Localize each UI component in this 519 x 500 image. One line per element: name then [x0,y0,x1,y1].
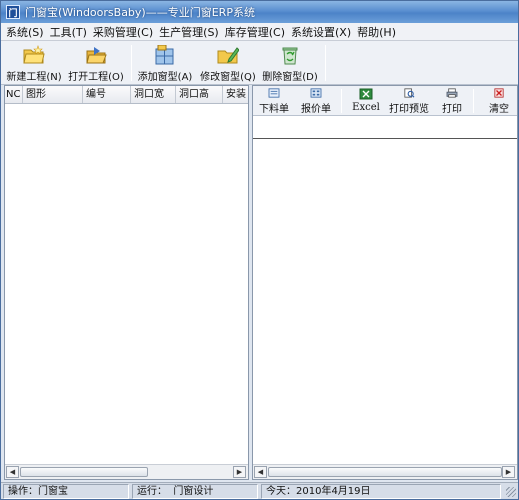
edit-window-button[interactable]: 修改窗型(Q) [199,43,257,83]
delete-window-label: 删除窗型(D) [262,72,318,83]
report-panel: 下料单 报价单 Excel 打印预览 打印 清空 ◀ ▶ [252,85,518,480]
main-toolbar: 新建工程(N) 打开工程(O) 添加窗型(A) 修改窗型(Q) 删除窗型(D) [1,41,518,85]
quote-icon [310,88,322,98]
quote-label: 报价单 [301,104,331,115]
column-header-nc[interactable]: NC [5,86,23,103]
report-header-field[interactable] [253,117,517,139]
column-header-opening-height[interactable]: 洞口高 [176,86,223,103]
excel-icon [359,88,373,100]
app-icon: 门 [6,5,20,19]
add-window-label: 添加窗型(A) [137,72,193,83]
edit-window-label: 修改窗型(Q) [200,72,256,83]
delete-window-button[interactable]: 删除窗型(D) [261,43,319,83]
status-running-label: 运行： [137,486,167,497]
clear-label: 清空 [489,104,509,115]
status-today-label: 今天： [266,486,296,497]
folder-open-icon [86,47,107,64]
scroll-left-icon[interactable]: ◀ [6,466,19,478]
new-project-label: 新建工程(N) [6,72,62,83]
toolbar-separator [473,89,474,113]
menu-tools[interactable]: 工具(T) [47,24,90,40]
status-today-value: 2010年4月19日 [296,486,371,497]
horizontal-scrollbar[interactable]: ◀ ▶ [253,464,517,479]
add-window-button[interactable]: 添加窗型(A) [135,43,195,83]
scroll-right-icon[interactable]: ▶ [233,466,246,478]
scroll-left-icon[interactable]: ◀ [254,466,267,478]
status-running-value: 门窗设计 [173,486,214,497]
status-today: 今天：2010年4月19日 [261,484,501,499]
column-header-shape[interactable]: 图形 [23,86,83,103]
menu-purchasing[interactable]: 采购管理(C) [90,24,156,40]
open-project-label: 打开工程(O) [68,72,124,83]
horizontal-scrollbar[interactable]: ◀ ▶ [5,464,248,479]
new-project-button[interactable]: 新建工程(N) [5,43,63,83]
print-preview-label: 打印预览 [389,104,429,115]
print-preview-button[interactable]: 打印预览 [387,87,431,115]
grid-header: NC 图形 编号 洞口宽 洞口高 安装 [5,86,248,104]
status-running: 运行： 门窗设计 [132,484,258,499]
menu-system[interactable]: 系统(S) [3,24,47,40]
menu-inventory[interactable]: 库存管理(C) [222,24,288,40]
recycle-icon [282,47,298,65]
scroll-right-icon[interactable]: ▶ [502,466,515,478]
add-window-icon [155,45,174,65]
toolbar-separator [131,45,132,81]
status-operator: 操作：门窗宝 [3,484,129,499]
column-header-opening-width[interactable]: 洞口宽 [131,86,176,103]
edit-window-icon [217,47,239,64]
print-button[interactable]: 打印 [437,87,467,115]
scroll-thumb[interactable] [268,467,502,477]
resize-grip-icon[interactable] [506,487,516,497]
toolbar-separator [341,89,342,113]
status-operator-value: 门窗宝 [38,486,68,497]
quote-button[interactable]: 报价单 [297,87,335,115]
menu-settings[interactable]: 系统设置(X) [288,24,354,40]
print-preview-icon [404,88,415,98]
report-toolbar: 下料单 报价单 Excel 打印预览 打印 清空 [253,86,517,116]
window-title: 门窗宝(WindoorsBaby)——专业门窗ERP系统 [25,6,255,19]
column-header-number[interactable]: 编号 [83,86,131,103]
status-bar: 操作：门窗宝 运行： 门窗设计 今天：2010年4月19日 [1,482,518,499]
cut-list-label: 下料单 [259,104,289,115]
cut-list-button[interactable]: 下料单 [255,87,293,115]
app-window: 门 门窗宝(WindoorsBaby)——专业门窗ERP系统 系统(S) 工具(… [0,0,519,500]
folder-new-icon [23,45,45,64]
printer-icon [446,88,458,98]
toolbar-separator [325,45,326,81]
menu-production[interactable]: 生产管理(S) [156,24,222,40]
window-list-grid[interactable]: NC 图形 编号 洞口宽 洞口高 安装 ◀ ▶ [4,85,249,480]
column-header-install[interactable]: 安装 [223,86,248,103]
excel-label: Excel [352,102,380,113]
menu-help[interactable]: 帮助(H) [354,24,399,40]
menu-bar: 系统(S) 工具(T) 采购管理(C) 生产管理(S) 库存管理(C) 系统设置… [1,23,518,41]
title-bar[interactable]: 门 门窗宝(WindoorsBaby)——专业门窗ERP系统 [1,1,518,23]
print-label: 打印 [442,104,462,115]
clear-icon [494,88,504,98]
cut-list-icon [268,88,280,98]
scroll-thumb[interactable] [20,467,148,477]
clear-button[interactable]: 清空 [485,87,513,115]
excel-button[interactable]: Excel [349,87,383,115]
status-operator-label: 操作： [8,486,38,497]
open-project-button[interactable]: 打开工程(O) [67,43,125,83]
